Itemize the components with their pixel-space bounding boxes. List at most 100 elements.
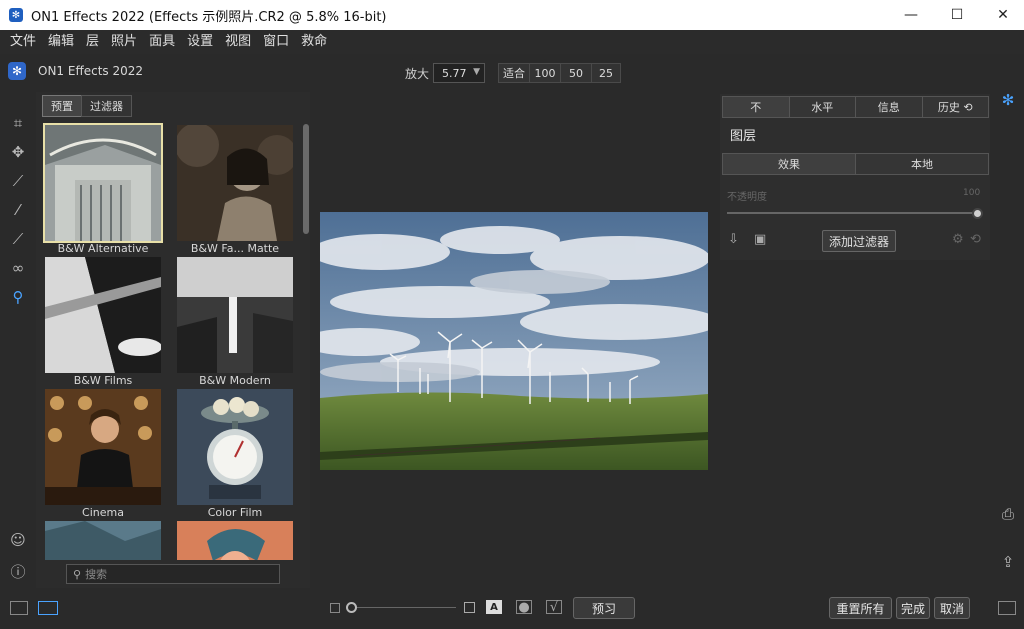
menu-settings[interactable]: 设置 [181,30,219,54]
preset-caption: B&W Films [73,374,133,387]
window-title: ON1 Effects 2022 (Effects 示例照片.CR2 @ 5.8… [31,9,387,25]
small-thumb-icon[interactable] [330,603,340,613]
add-filter-button[interactable]: 添加过滤器 [822,230,897,252]
preset-thumb[interactable]: B&W Fa... Matte [177,125,293,257]
reset-icon[interactable]: ⚙ [952,232,964,247]
preset-caption: B&W Modern [199,374,271,387]
search-icon: ⚲ [73,567,82,581]
photo-canvas[interactable] [320,212,708,470]
tab-local[interactable]: 本地 [855,153,989,175]
share-icon[interactable]: ⇪ [996,550,1020,574]
help-icon[interactable]: ⓘ [0,559,36,583]
tab-effects[interactable]: 效果 [722,153,856,175]
preset-thumb[interactable] [45,521,161,560]
thumb-size-slider-handle[interactable] [346,602,357,613]
histogram-icon[interactable]: √ [546,600,562,615]
large-thumb-icon[interactable] [464,602,475,613]
menu-layer[interactable]: 层 [80,30,105,54]
zoom-select[interactable]: 5.77 ▼ [433,63,486,83]
zoom-100-button[interactable]: 100 [529,63,561,83]
tab-navigator[interactable]: 不 [722,96,790,118]
app-icon: ✻ [9,8,23,22]
preview-button[interactable]: 预习 [573,597,635,619]
on1-gear-logo-icon[interactable]: ✻ [996,88,1020,112]
mask-overlay-icon[interactable]: ● [516,600,532,615]
preset-thumb[interactable] [177,521,293,560]
menu-view[interactable]: 视图 [219,30,257,54]
preset-thumb[interactable]: B&W Films [45,257,161,389]
fit-button[interactable]: 适合 [498,63,530,83]
refine-brush-icon[interactable]: ⟋ [0,224,36,253]
preset-thumbnails: B&W Alternative B&W Fa... Matte B&W Film… [36,122,300,560]
preset-browser: 预置 过滤器 B&W Alternative B&W Fa... Matte B… [36,92,310,588]
tab-levels[interactable]: 水平 [788,96,856,118]
browser-scrollbar[interactable] [303,124,309,234]
bottom-toolbar: A ● √ 预习 重置所有 完成 取消 [0,594,1024,629]
maximize-button[interactable]: ☐ [934,0,980,30]
close-button[interactable]: ✕ [980,0,1024,30]
tool-strip: ⌗ ✥ ⟋ ⁄ ⟋ ∞ ⚲ [0,108,36,311]
panel-tabs: 不 水平 信息 历史 ⟲ [722,96,989,118]
search-input[interactable] [85,567,266,581]
tab-presets[interactable]: 预置 [42,95,82,117]
done-button[interactable]: 完成 [896,597,930,619]
retouch-icon[interactable]: ∞ [0,253,36,282]
browser-tabs: 预置 过滤器 [42,95,132,117]
preset-search: ⚲ [66,564,280,584]
zoom-icon[interactable]: ⚲ [0,282,36,311]
layers-title: 图层 [730,129,757,144]
brand-name: ON1 Effects 2022 [38,64,144,78]
preset-thumb[interactable]: Cinema [45,389,161,521]
zoom-25-button[interactable]: 25 [591,63,621,83]
tab-filters[interactable]: 过滤器 [81,95,132,117]
preset-caption: B&W Fa... Matte [190,242,280,255]
text-overlay-icon[interactable]: A [486,600,502,614]
move-icon[interactable]: ✥ [0,137,36,166]
title-bar: ✻ ON1 Effects 2022 (Effects 示例照片.CR2 @ 5… [0,0,1024,30]
preset-thumb[interactable]: Color Film [177,389,293,521]
masking-brush-icon[interactable]: ⁄ [0,195,36,224]
on1-logo-icon: ✻ [8,62,26,80]
layer-actions: ⇩ ▣ 添加过滤器 ⚙ ⟲ [726,230,988,252]
minimize-button[interactable]: — [888,0,934,30]
preset-image [45,257,161,373]
menu-file[interactable]: 文件 [4,30,42,54]
tab-info[interactable]: 信息 [855,96,923,118]
menu-photo[interactable]: 照片 [105,30,143,54]
import-icon[interactable]: ⇩ [728,232,739,247]
preset-caption: Color Film [207,506,263,519]
undo-icon[interactable]: ⟲ [970,232,981,247]
print-icon[interactable]: ⎙ [996,502,1020,526]
preset-thumb[interactable]: B&W Alternative [43,123,163,257]
zoom-50-button[interactable]: 50 [560,63,592,83]
opacity-value: 100 [963,188,981,198]
mask-icon[interactable]: ▣ [754,232,766,247]
preset-thumb[interactable]: B&W Modern [177,257,293,389]
layers-panel: 不 水平 信息 历史 ⟲ 图层 效果 本地 不透明度 100 ⇩ ▣ 添加过滤器… [720,94,990,260]
zoom-label: 放大 [405,66,430,81]
menu-mask[interactable]: 面具 [143,30,181,54]
app-window: ✻ ON1 Effects 2022 (Effects 示例照片.CR2 @ 5… [0,0,1024,629]
layer-subtabs: 效果 本地 [722,153,989,175]
menu-edit[interactable]: 编辑 [42,30,80,54]
opacity-slider-handle[interactable] [972,208,983,219]
reset-all-button[interactable]: 重置所有 [829,597,892,619]
menu-window[interactable]: 窗口 [257,30,295,54]
menu-help[interactable]: 救命 [295,30,333,54]
user-icon[interactable]: ☺ [0,528,36,552]
chevron-down-icon: ▼ [473,67,481,77]
brush-icon[interactable]: ⟋ [0,166,36,195]
menu-bar: 文件 编辑 层 照片 面具 设置 视图 窗口 救命 [0,30,1024,54]
toggle-right-panel-icon[interactable] [998,601,1016,615]
crop-icon[interactable]: ⌗ [0,108,36,137]
toggle-left-panel-icon[interactable] [10,601,28,615]
preset-image [177,389,293,505]
tab-history[interactable]: 历史 ⟲ [921,96,989,118]
zoom-control: 放大 5.77 ▼ [405,63,486,83]
opacity-slider[interactable] [727,212,977,214]
preset-caption: B&W Alternative [57,242,149,255]
zoom-value: 5.77 [442,66,467,80]
cancel-button[interactable]: 取消 [934,597,970,619]
toggle-browser-icon[interactable] [38,601,58,615]
thumb-size-slider[interactable] [346,607,456,608]
